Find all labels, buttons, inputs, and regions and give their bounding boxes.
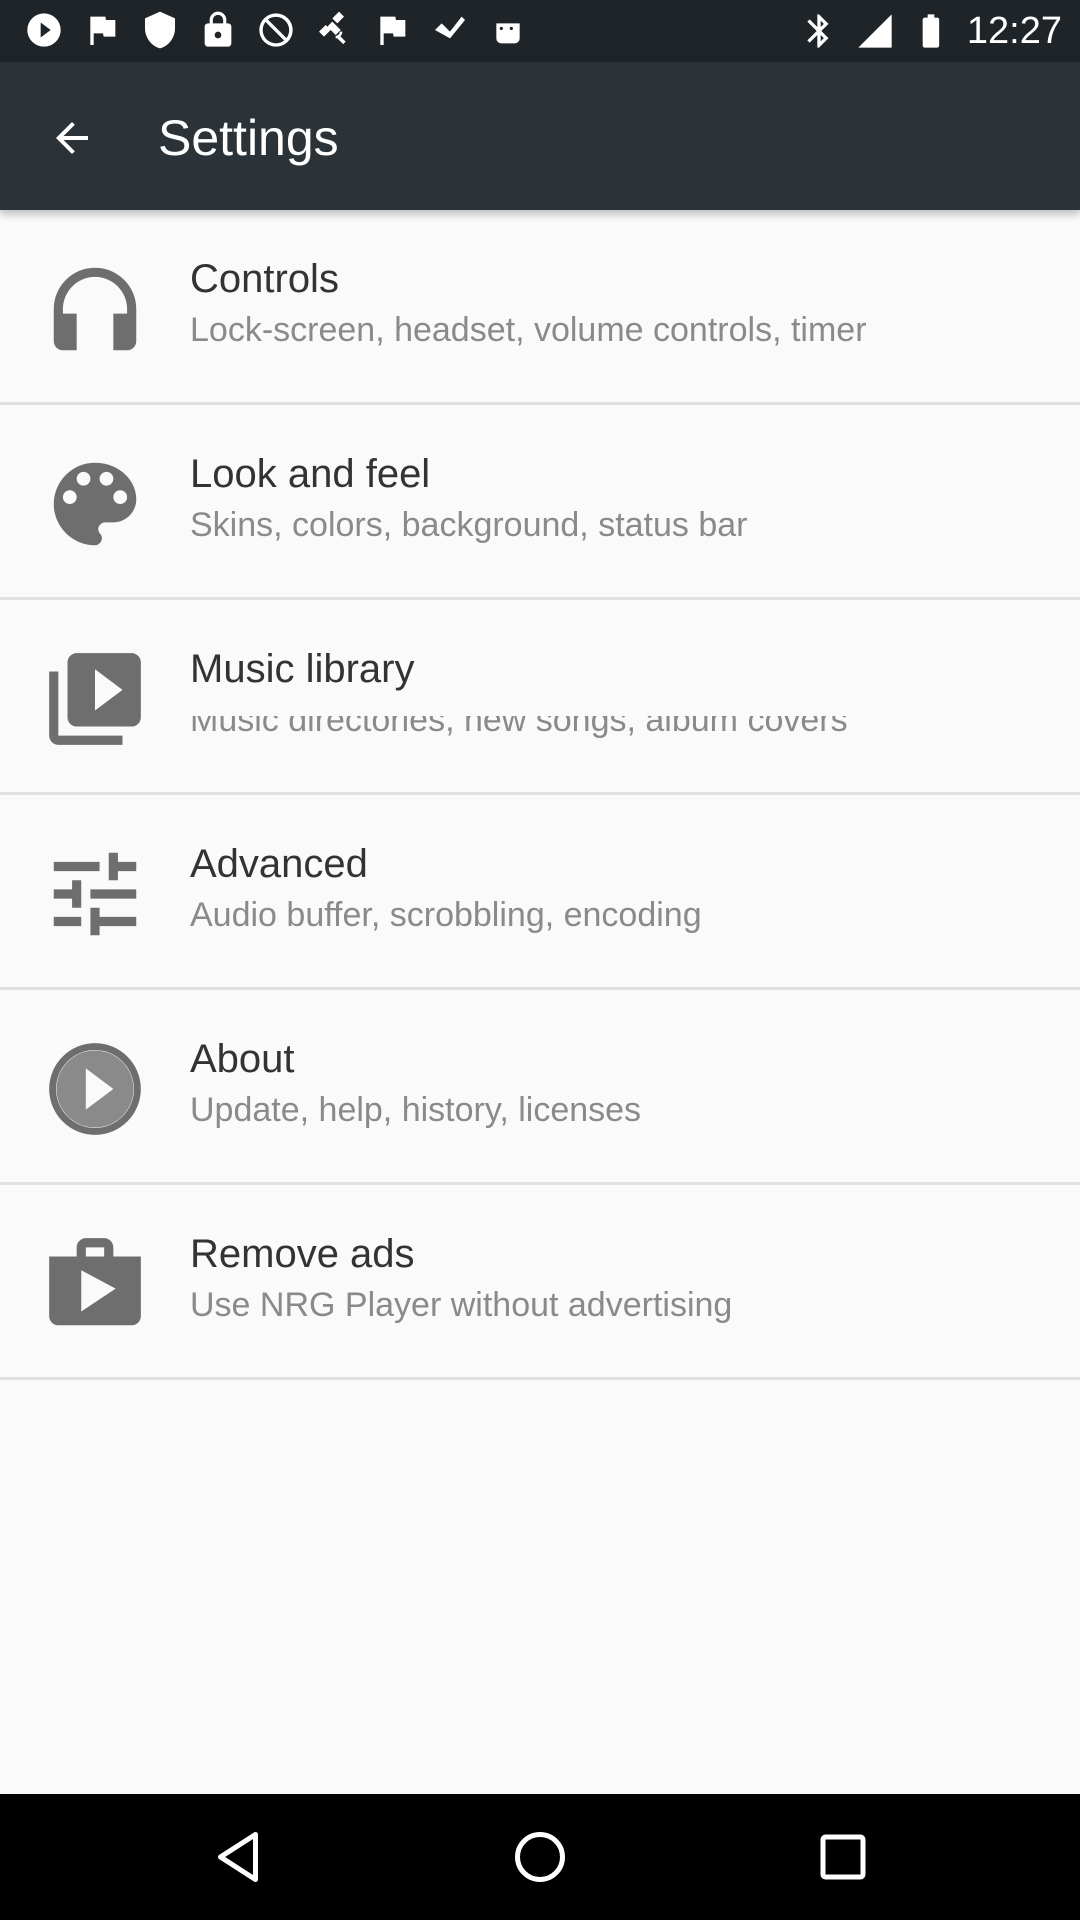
bluetooth-icon [799, 11, 839, 51]
navigation-bar [0, 1794, 1080, 1920]
lock-icon [198, 10, 238, 50]
settings-item-controls[interactable]: Controls Lock-screen, headset, volume co… [0, 210, 1080, 405]
back-button[interactable] [36, 102, 108, 174]
settings-item-look-and-feel[interactable]: Look and feel Skins, colors, background,… [0, 405, 1080, 600]
settings-item-about[interactable]: About Update, help, history, licenses [0, 990, 1080, 1185]
system-status: 12:27 [799, 6, 1062, 56]
video-library-icon [40, 644, 150, 754]
satellite-icon [314, 10, 354, 50]
item-subtitle: Use NRG Player without advertising [190, 1286, 733, 1324]
play-circle-icon [24, 10, 64, 50]
android-icon [488, 10, 528, 50]
item-title: Remove ads [190, 1232, 415, 1276]
item-title: About [190, 1037, 295, 1081]
shield-icon [140, 10, 180, 50]
flag-icon [82, 10, 122, 50]
item-title: Music library [190, 647, 415, 691]
tune-icon [40, 839, 150, 949]
item-title: Advanced [190, 842, 368, 886]
nav-back-button[interactable] [208, 1827, 268, 1887]
app-bar: Settings [0, 62, 1080, 210]
page-title: Settings [158, 110, 339, 166]
signal-icon [855, 11, 895, 51]
item-subtitle: Music directories, new songs, album cove… [190, 701, 848, 739]
settings-item-music-library[interactable]: Music library Music directories, new son… [0, 600, 1080, 795]
flag-icon [372, 10, 412, 50]
item-subtitle: Update, help, history, licenses [190, 1091, 642, 1129]
item-title: Look and feel [190, 452, 431, 496]
play-circle-icon [40, 1034, 150, 1144]
recents-square-icon [820, 1834, 866, 1880]
notification-icons [24, 10, 528, 50]
screen: 12:27 Settings Controls Lock-screen, hea… [0, 0, 1080, 1920]
settings-list: Controls Lock-screen, headset, volume co… [0, 210, 1080, 1380]
arrow-back-icon [56, 122, 88, 154]
item-subtitle: Skins, colors, background, status bar [190, 506, 748, 544]
cancel-icon [256, 10, 296, 50]
item-title: Controls [190, 257, 339, 301]
shop-icon [40, 1229, 150, 1339]
item-subtitle: Lock-screen, headset, volume controls, t… [190, 311, 867, 349]
settings-item-remove-ads[interactable]: Remove ads Use NRG Player without advert… [0, 1185, 1080, 1380]
battery-icon [911, 11, 951, 51]
back-triangle-icon [218, 1832, 258, 1882]
nav-recents-button[interactable] [813, 1827, 873, 1887]
status-bar: 12:27 [0, 0, 1080, 62]
nav-home-button[interactable] [510, 1827, 570, 1887]
home-circle-icon [515, 1832, 565, 1882]
clock: 12:27 [966, 10, 1062, 52]
settings-item-advanced[interactable]: Advanced Audio buffer, scrobbling, encod… [0, 795, 1080, 990]
item-subtitle: Audio buffer, scrobbling, encoding [190, 896, 702, 934]
headphones-icon [40, 254, 150, 364]
palette-icon [40, 449, 150, 559]
download-icon [430, 10, 470, 50]
